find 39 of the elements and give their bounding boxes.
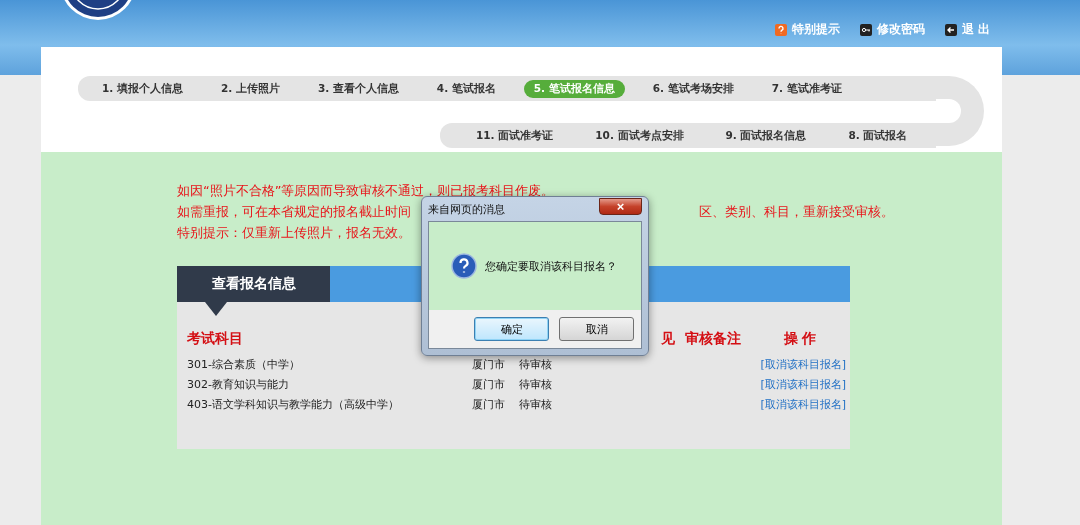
step-tab[interactable]: 3. 查看个人信息 — [307, 79, 409, 98]
step-tab[interactable]: 4. 笔试报名 — [426, 79, 506, 98]
dialog-button[interactable]: 确定 — [474, 317, 549, 341]
dialog-message: 您确定要取消该科目报名？ — [485, 258, 617, 274]
cancel-link[interactable]: [取消该科目报名] — [750, 397, 850, 412]
tab-pointer-icon — [205, 302, 227, 316]
table-cell-text: 厦门市 — [472, 357, 506, 372]
dialog-title: 来自网页的消息 — [428, 201, 505, 217]
close-button[interactable]: × — [599, 197, 642, 215]
step-tab[interactable]: 7. 笔试准考证 — [761, 79, 852, 98]
notice-text: 特别提示：仅重新上传照片，报名无效。 — [177, 223, 411, 242]
table-cell-text: 厦门市 — [472, 377, 506, 392]
step-tab[interactable]: 11. 面试准考证 — [466, 126, 564, 145]
arrow-left-icon — [944, 23, 957, 36]
table-cell-text: 待审核 — [519, 357, 553, 372]
notice-text: 如需重报，可在本省规定的报名截止时间 — [177, 202, 411, 221]
cancel-link[interactable]: [取消该科目报名] — [750, 377, 850, 392]
table-cell-text: 301-综合素质（中学） — [187, 357, 301, 372]
step-tab[interactable]: 6. 笔试考场安排 — [642, 79, 744, 98]
step-tab[interactable]: 8. 面试报名 — [838, 126, 918, 145]
column-header: 审核备注 — [683, 330, 742, 348]
table-cell-text: 待审核 — [519, 377, 553, 392]
key-icon — [859, 23, 872, 36]
table-cell-text: 403-语文学科知识与教学能力（高级中学） — [187, 397, 400, 412]
step-tab[interactable]: 9. 面试报名信息 — [715, 126, 817, 145]
table-cell-text: 待审核 — [519, 397, 553, 412]
step-tab[interactable]: 1. 填报个人信息 — [92, 79, 193, 98]
step-tab[interactable]: 10. 面试考点安排 — [585, 126, 694, 145]
dialog-button[interactable]: 取消 — [559, 317, 634, 341]
warning-icon — [774, 23, 787, 36]
step-tab[interactable]: 2. 上传照片 — [210, 79, 290, 98]
column-header: 考试科目 — [187, 330, 244, 348]
question-icon — [451, 253, 477, 279]
table-cell-text: 厦门市 — [472, 397, 506, 412]
column-header: 见 — [660, 330, 675, 348]
column-header: 操 作 — [782, 330, 818, 348]
cancel-link[interactable]: [取消该科目报名] — [750, 357, 850, 372]
table-cell-text: 302-教育知识与能力 — [187, 377, 290, 392]
notice-text: 区、类别、科目，重新接受审核。 — [699, 202, 894, 221]
